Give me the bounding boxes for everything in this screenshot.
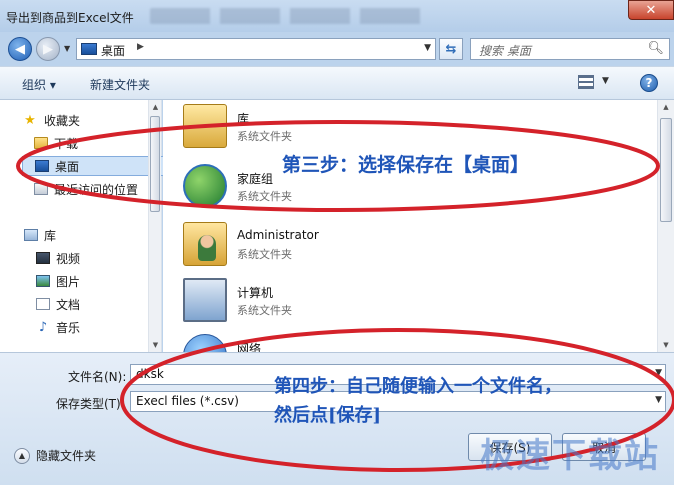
sidebar-item-videos[interactable]: 视频 (36, 248, 184, 268)
address-dropdown-icon[interactable]: ▼ (424, 43, 431, 53)
library-icon (24, 229, 38, 241)
view-dropdown-icon[interactable]: ▼ (602, 76, 609, 86)
file-name: 家庭组 (237, 172, 274, 186)
filetype-label: 保存类型(T): (56, 397, 125, 411)
scroll-up-icon[interactable]: ▲ (658, 100, 674, 114)
address-bar[interactable]: 桌面 ▶ ▼ (76, 38, 436, 60)
scroll-thumb[interactable] (150, 116, 160, 212)
step4-line2: 然后点[保存] (274, 405, 382, 426)
file-list-scrollbar[interactable]: ▲ ▼ (657, 100, 674, 352)
sidebar-item-label: 桌面 (55, 159, 80, 174)
back-arrow-icon: ◀ (15, 41, 25, 57)
desktop-icon (81, 43, 97, 55)
scroll-down-icon[interactable]: ▼ (658, 338, 674, 352)
file-type: 系统文件夹 (237, 130, 292, 143)
organize-button[interactable]: 组织 ▾ (22, 76, 56, 93)
recent-places-icon (34, 183, 48, 195)
site-watermark: 极速下载站 (480, 436, 660, 476)
list-item[interactable]: 网络 (181, 332, 481, 352)
back-button[interactable]: ◀ (8, 37, 32, 61)
sidebar-item-label: 文档 (56, 297, 81, 312)
folder-icon (34, 137, 48, 149)
navigation-bar: ◀ ▶ ▼ 桌面 ▶ ▼ ⇆ 搜索 桌面 🔍︎ (0, 32, 674, 64)
filename-value[interactable]: dksk (136, 367, 164, 381)
command-toolbar: 组织 ▾ 新建文件夹 ▼ ? (0, 66, 674, 100)
sidebar-item-label: 最近访问的位置 (54, 182, 139, 197)
user-folder-icon (183, 222, 227, 266)
window-title: 导出到商品到Excel文件 (6, 11, 134, 25)
search-icon[interactable]: 🔍︎ (647, 41, 664, 56)
file-type: 系统文件夹 (237, 304, 292, 317)
step3-annotation: 第三步：选择保存在【桌面】 (282, 154, 530, 176)
filetype-dropdown-icon[interactable]: ▼ (655, 395, 662, 405)
file-type: 系统文件夹 (237, 190, 292, 203)
filename-label: 文件名(N): (68, 370, 127, 384)
star-icon: ★ (24, 112, 36, 128)
sidebar-item-label: 收藏夹 (44, 113, 81, 128)
sidebar-item-label: 库 (44, 228, 57, 243)
change-view-icon[interactable] (578, 75, 594, 89)
sidebar-item-pictures[interactable]: 图片 (36, 271, 184, 291)
file-type: 系统文件夹 (237, 248, 292, 261)
filetype-value[interactable]: Execl files (*.csv) (136, 394, 239, 408)
sidebar-item-label: 下载 (54, 136, 79, 151)
recent-pages-dropdown-icon[interactable]: ▼ (64, 44, 70, 53)
scroll-thumb[interactable] (660, 118, 672, 222)
blurred-background-tabs (150, 8, 430, 24)
filename-dropdown-icon[interactable]: ▼ (655, 368, 662, 378)
address-text[interactable]: 桌面 (101, 42, 125, 59)
refresh-icon: ⇆ (445, 41, 457, 57)
search-placeholder: 搜索 桌面 (479, 44, 531, 58)
breadcrumb-arrow-icon[interactable]: ▶ (137, 42, 144, 52)
title-bar: 导出到商品到Excel文件 ✕ (0, 0, 674, 32)
list-item[interactable]: 计算机 系统文件夹 (181, 276, 481, 328)
library-folder-icon (183, 104, 227, 148)
help-icon[interactable]: ? (640, 74, 658, 92)
refresh-button[interactable]: ⇆ (439, 38, 463, 60)
chevron-up-icon: ▲ (14, 447, 30, 464)
step4-annotation: 第四步：自己随便输入一个文件名， 然后点[保存] (274, 372, 562, 430)
file-name: 网络 (237, 342, 262, 352)
sidebar-item-documents[interactable]: 文档 (36, 294, 184, 314)
video-icon (36, 252, 50, 264)
homegroup-icon (183, 164, 227, 208)
list-item[interactable]: 库 系统文件夹 (181, 102, 481, 154)
file-name: Administrator (237, 228, 319, 242)
network-icon (183, 334, 227, 352)
file-name: 库 (237, 112, 250, 126)
computer-icon (183, 278, 227, 322)
list-item[interactable]: Administrator 系统文件夹 (181, 220, 481, 272)
search-input[interactable]: 搜索 桌面 🔍︎ (470, 38, 670, 60)
scroll-up-icon[interactable]: ▲ (149, 100, 162, 114)
forward-button[interactable]: ▶ (36, 37, 60, 61)
sidebar-item-label: 图片 (56, 274, 81, 289)
file-list: 库 系统文件夹 家庭组 系统文件夹 Administrator 系统文件夹 计算… (163, 100, 657, 352)
new-folder-button[interactable]: 新建文件夹 (90, 76, 150, 93)
step4-line1: 第四步：自己随便输入一个文件名， (274, 376, 562, 397)
sidebar-item-label: 视频 (56, 251, 81, 266)
sidebar-item-label: 音乐 (56, 320, 81, 335)
window-close-button[interactable]: ✕ (628, 0, 674, 20)
file-name: 计算机 (237, 286, 274, 300)
hide-folders-toggle[interactable]: ▲ 隐藏文件夹 (14, 447, 96, 464)
music-icon: ♪ (38, 319, 48, 335)
navigation-pane: ★ 收藏夹 下载 桌面 最近访问的位置 库 视频 图片 文档 ♪ 音乐 ▲ ▼ (0, 100, 170, 352)
documents-icon (36, 298, 50, 310)
sidebar-item-music[interactable]: ♪ 音乐 (36, 317, 184, 337)
hide-folders-label: 隐藏文件夹 (36, 449, 97, 463)
forward-arrow-icon: ▶ (43, 41, 53, 57)
navigation-pane-scrollbar[interactable]: ▲ ▼ (148, 100, 161, 352)
desktop-icon (35, 160, 49, 172)
scroll-down-icon[interactable]: ▼ (149, 338, 162, 352)
close-icon: ✕ (645, 2, 657, 18)
pictures-icon (36, 275, 50, 287)
